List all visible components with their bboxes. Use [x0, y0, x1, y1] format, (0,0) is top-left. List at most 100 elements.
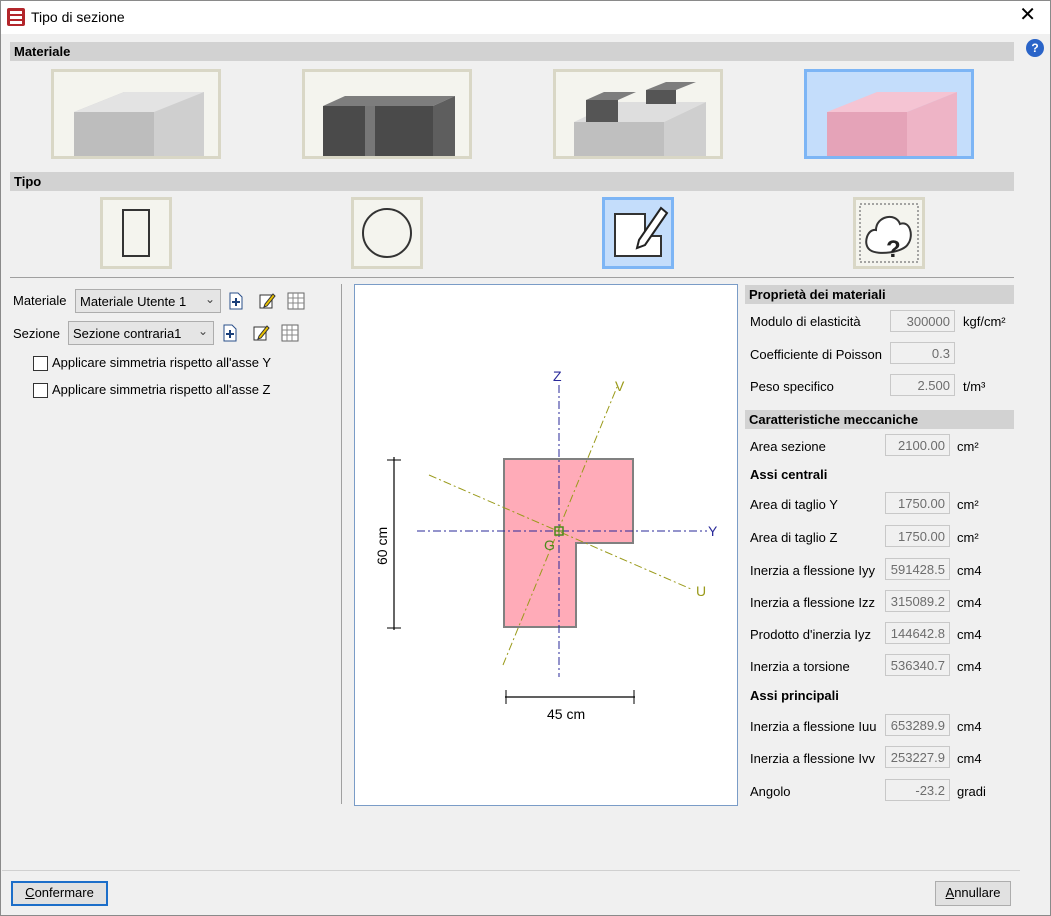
taglio-y-field[interactable]: 1750.00 [885, 492, 950, 514]
ivv-label: Inerzia a flessione Ivv [750, 751, 876, 766]
width-dimension-label: 45 cm [547, 706, 585, 722]
type-tile-import[interactable]: ? [853, 197, 925, 269]
symmetry-y-checkbox[interactable] [33, 356, 48, 371]
torsione-unit: cm4 [957, 659, 982, 674]
modulo-label: Modulo di elasticità [750, 314, 861, 329]
horizontal-divider [10, 277, 1014, 278]
iyy-label: Inerzia a flessione Iyy [750, 563, 876, 578]
draw-section-icon [614, 206, 669, 257]
confirm-label: onfermare [34, 885, 94, 900]
close-icon[interactable]: ✕ [1019, 5, 1036, 25]
vertical-divider [341, 284, 342, 804]
taglio-z-unit: cm² [957, 530, 979, 545]
axis-y-label: Y [708, 523, 718, 539]
table-section-icon[interactable] [281, 324, 299, 342]
edit-section-icon[interactable] [252, 324, 270, 342]
height-dimension-label: 60 cm [374, 527, 390, 565]
material-tile-generic[interactable] [804, 69, 974, 159]
cancel-label: nnullare [954, 885, 1001, 900]
sezione-select-value: Sezione contraria1 [73, 326, 182, 341]
add-section-icon[interactable] [221, 324, 239, 342]
angolo-label: Angolo [750, 784, 791, 799]
circle-section-icon [362, 208, 412, 258]
material-tile-concrete[interactable] [51, 69, 221, 159]
cancel-accel: A [945, 885, 955, 900]
help-icon[interactable]: ? [1026, 39, 1044, 57]
ivv-unit: cm4 [957, 751, 982, 766]
iyy-field[interactable]: 591428.5 [885, 558, 950, 580]
torsione-field[interactable]: 536340.7 [885, 654, 950, 676]
mechanical-properties-header: Caratteristiche meccaniche [745, 410, 1014, 429]
confirm-button[interactable]: Confermare [11, 881, 108, 906]
angolo-field[interactable]: -23.2 [885, 779, 950, 801]
area-unit: cm² [957, 439, 979, 454]
modulo-unit: kgf/cm² [963, 314, 1006, 329]
iyz-unit: cm4 [957, 627, 982, 642]
poisson-label: Coefficiente di Poisson [750, 347, 883, 362]
footer-divider [2, 870, 1020, 871]
iuu-label: Inerzia a flessione Iuu [750, 719, 877, 734]
iuu-unit: cm4 [957, 719, 982, 734]
izz-unit: cm4 [957, 595, 982, 610]
torsione-label: Inerzia a torsione [750, 659, 850, 674]
taglio-z-field[interactable]: 1750.00 [885, 525, 950, 547]
rectangle-section-icon [122, 209, 150, 257]
type-tile-circle[interactable] [351, 197, 423, 269]
materials-properties-header: Proprietà dei materiali [745, 285, 1014, 304]
mixed-section-icon [574, 82, 706, 156]
edit-material-icon[interactable] [258, 292, 276, 310]
poisson-field[interactable]: 0.3 [890, 342, 955, 364]
assi-principali-heading: Assi principali [750, 688, 839, 703]
symmetry-y-label: Applicare simmetria rispetto all'asse Y [52, 355, 271, 370]
confirm-accel: C [25, 885, 35, 900]
iyz-label: Prodotto d'inerzia Iyz [750, 627, 871, 642]
section-drawing-canvas[interactable]: Z Y V U G 60 cm 45 cm [354, 284, 738, 806]
add-material-icon[interactable] [227, 292, 245, 310]
centroid-label: G [544, 537, 555, 553]
sezione-label: Sezione [13, 326, 60, 341]
axis-u-label: U [696, 583, 706, 599]
materiale-label: Materiale [13, 293, 67, 308]
materiale-select[interactable]: Materiale Utente 1 ⌄ [75, 289, 221, 313]
material-tile-steel[interactable] [302, 69, 472, 159]
dialog-window: Tipo di sezione ✕ ? Materiale Tipo ? Mat… [0, 0, 1051, 916]
assi-centrali-heading: Assi centrali [750, 467, 828, 482]
title-bar: Tipo di sezione ✕ [1, 1, 1050, 34]
area-field[interactable]: 2100.00 [885, 434, 950, 456]
izz-label: Inerzia a flessione Izz [750, 595, 876, 610]
table-material-icon[interactable] [287, 292, 305, 310]
taglio-y-label: Area di taglio Y [750, 497, 838, 512]
section-header-tipo: Tipo [10, 172, 1014, 191]
type-tile-rectangle[interactable] [100, 197, 172, 269]
taglio-z-label: Area di taglio Z [750, 530, 838, 545]
generic-material-icon [827, 92, 957, 156]
steel-profile-icon [323, 96, 455, 156]
peso-label: Peso specifico [750, 379, 834, 394]
app-icon [7, 8, 25, 26]
chevron-down-icon: ⌄ [197, 324, 208, 338]
symmetry-z-checkbox[interactable] [33, 383, 48, 398]
type-tile-custom[interactable] [602, 197, 674, 269]
area-label: Area sezione [750, 439, 826, 454]
ivv-field[interactable]: 253227.9 [885, 746, 950, 768]
modulo-field[interactable]: 300000 [890, 310, 955, 332]
iuu-field[interactable]: 653289.9 [885, 714, 950, 736]
axis-v-label: V [615, 378, 625, 394]
window-title: Tipo di sezione [31, 9, 125, 25]
iyy-unit: cm4 [957, 563, 982, 578]
concrete-block-icon [74, 92, 204, 156]
axis-z-label: Z [553, 368, 562, 384]
section-shape [503, 458, 634, 628]
izz-field[interactable]: 315089.2 [885, 590, 950, 612]
svg-text:?: ? [886, 236, 901, 263]
sezione-select[interactable]: Sezione contraria1 ⌄ [68, 321, 214, 345]
peso-field[interactable]: 2.500 [890, 374, 955, 396]
peso-unit: t/m³ [963, 379, 986, 394]
material-tile-mixed[interactable] [553, 69, 723, 159]
import-section-icon: ? [859, 203, 919, 263]
iyz-field[interactable]: 144642.8 [885, 622, 950, 644]
materiale-select-value: Materiale Utente 1 [80, 294, 187, 309]
section-drawing: Z Y V U G 60 cm 45 cm [374, 368, 718, 722]
cancel-button[interactable]: Annullare [935, 881, 1011, 906]
symmetry-z-label: Applicare simmetria rispetto all'asse Z [52, 382, 271, 397]
